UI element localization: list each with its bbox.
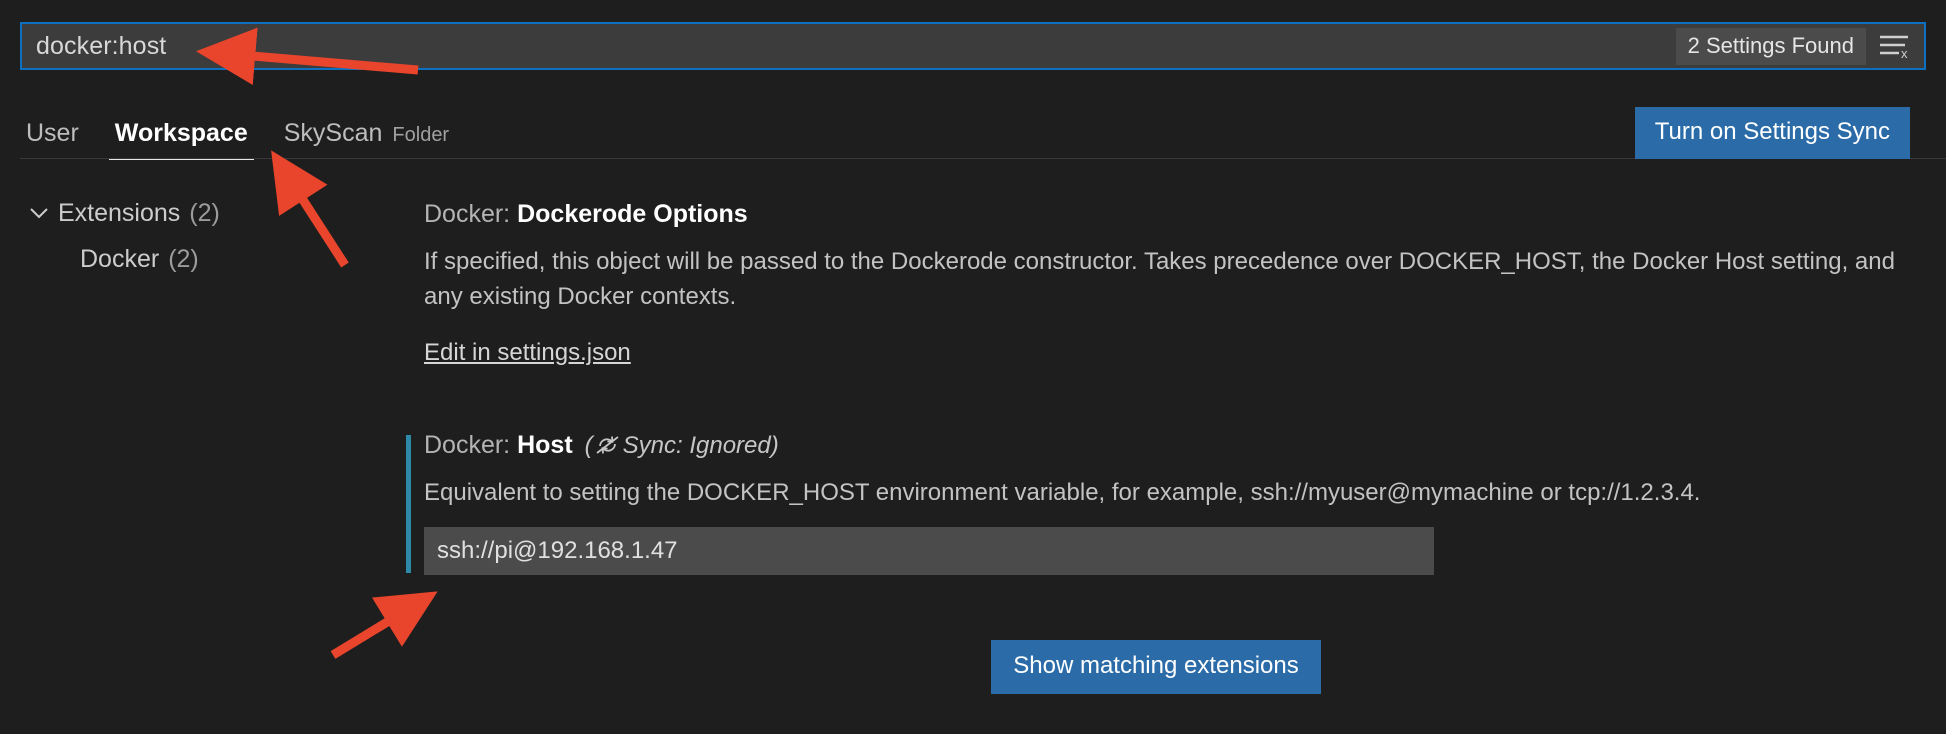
chevron-down-icon[interactable] [28,200,54,226]
tab-user[interactable]: User [26,119,79,160]
setting-key-label: Dockerode Options [517,200,748,228]
search-input[interactable]: docker:host [22,32,1676,61]
setting-title-dockerode-options: Docker: Dockerode Options [424,200,1906,229]
setting-key-label: Host [517,430,573,459]
settings-toc-tree: Extensions (2) Docker (2) [0,190,400,282]
edit-in-settings-json-link[interactable]: Edit in settings.json [424,339,631,367]
tab-workspace-label: Workspace [114,119,248,147]
setting-category-label: Docker: [424,430,518,459]
tree-item-extensions-count: (2) [189,198,220,227]
tab-folder-note: Folder [392,124,450,146]
clear-filters-icon[interactable]: x [1876,24,1914,68]
tab-workspace[interactable]: Workspace [108,119,254,160]
turn-on-settings-sync-button[interactable]: Turn on Settings Sync [1634,107,1910,159]
settings-list: Docker: Dockerode Options If specified, … [406,200,1906,576]
setting-category-label: Docker: [424,200,518,228]
sync-ignored-icon [595,434,621,456]
tree-item-extensions-label: Extensions [58,198,181,227]
docker-host-value-input[interactable] [424,527,1434,576]
svg-text:x: x [1901,46,1908,59]
results-count-badge: 2 Settings Found [1675,27,1866,65]
tree-item-docker[interactable]: Docker (2) [0,236,400,282]
settings-tabs: User Workspace SkyScan Folder [26,92,485,160]
setting-row-docker-host: Docker: Host ( Sync: Ignored) Equivalent … [406,431,1906,576]
tree-item-docker-label: Docker [80,244,160,273]
setting-description-docker-host: Equivalent to setting the DOCKER_HOST en… [424,478,1701,506]
sync-ignored-note: ( Sync: Ignored) [584,431,779,459]
setting-row-dockerode-options: Docker: Dockerode Options If specified, … [406,200,1906,367]
sync-ignored-text: Sync: Ignored [622,431,771,459]
settings-editor-window: docker:host 2 Settings Found x User Work… [0,0,1946,734]
show-matching-extensions-wrap: Show matching extensions [406,640,1906,694]
setting-description-dockerode-options: If specified, this object will be passed… [424,248,1895,310]
settings-tabs-row: User Workspace SkyScan Folder Turn on Set… [0,92,1946,160]
tree-item-docker-count: (2) [168,244,199,273]
setting-title-docker-host: Docker: Host ( Sync: Ignored) [424,431,1906,460]
settings-search-bar[interactable]: docker:host 2 Settings Found x [20,22,1926,70]
show-matching-extensions-button[interactable]: Show matching extensions [991,640,1321,694]
tab-user-label: User [26,119,79,147]
tab-folder-skyscan[interactable]: SkyScan Folder [284,119,449,160]
tree-item-extensions[interactable]: Extensions (2) [0,190,400,236]
tab-folder-label: SkyScan [283,119,383,147]
